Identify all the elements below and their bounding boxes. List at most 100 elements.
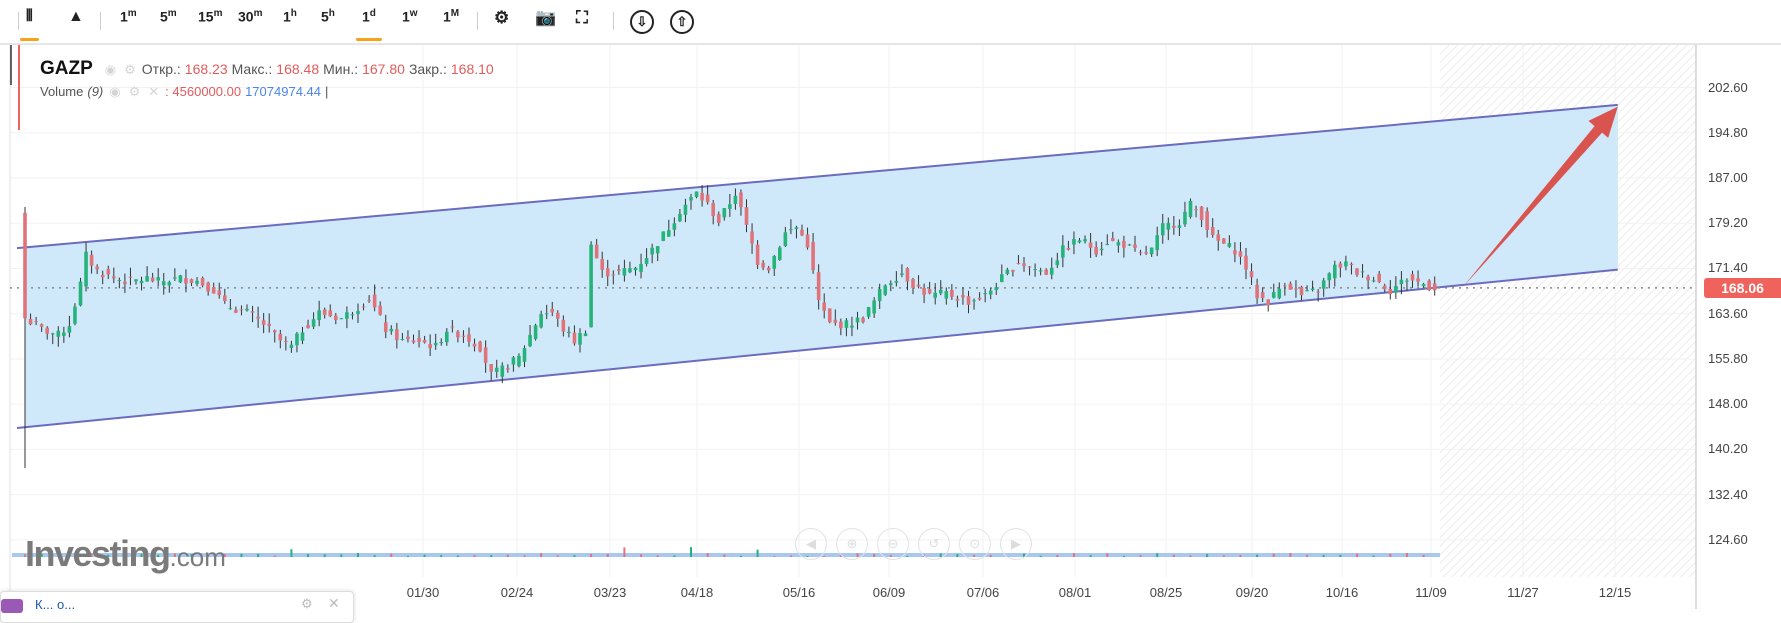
date-axis-label: 11/27: [1507, 585, 1539, 600]
candle-up: [134, 279, 138, 282]
settings-button[interactable]: ⚙: [494, 8, 509, 34]
candle-up: [195, 280, 199, 284]
candle-down: [1249, 271, 1254, 278]
candle-down: [506, 368, 510, 370]
candle-up: [1227, 243, 1232, 247]
candle-up: [1183, 211, 1187, 225]
candle-up: [672, 223, 677, 230]
interval-1h-button[interactable]: 1h: [283, 8, 297, 34]
close-icon[interactable]: ✕: [148, 84, 159, 100]
volume-bar: [490, 555, 493, 557]
candles-chart-button[interactable]: ⫴: [20, 8, 39, 41]
candle-up: [1405, 280, 1409, 282]
gear-icon[interactable]: ⚙: [301, 596, 313, 612]
gear-icon[interactable]: ⚙: [124, 62, 136, 78]
comments-popup[interactable]: К... о... ⚙ ✕: [0, 591, 354, 623]
volume-bar: [456, 555, 459, 557]
candle-down: [1011, 270, 1015, 272]
candle-down: [1144, 252, 1148, 254]
fullscreen-button[interactable]: ⛶: [576, 8, 588, 34]
volume-bar: [1206, 554, 1209, 557]
candle-up: [772, 256, 777, 269]
volume-bar: [623, 547, 626, 557]
price-axis-label: 132.40: [1708, 486, 1748, 502]
date-axis-label: 08/25: [1149, 585, 1183, 600]
interval-value: 1: [362, 8, 370, 25]
candle-down: [600, 258, 604, 270]
zoom-in-button[interactable]: ⊕: [836, 528, 868, 560]
candle-down: [1222, 238, 1226, 244]
eye-icon[interactable]: ◉: [105, 62, 116, 78]
candle-up: [84, 251, 88, 287]
candle-down: [755, 244, 760, 266]
candle-up: [517, 355, 521, 367]
close-icon[interactable]: ✕: [328, 595, 340, 612]
candle-up: [1000, 274, 1004, 282]
candle-up: [667, 230, 671, 237]
interval-1w-button[interactable]: 1w: [402, 8, 418, 34]
candle-down: [1022, 263, 1026, 267]
volume-bar: [1072, 553, 1075, 557]
candle-down: [428, 344, 432, 349]
volume-bar: [906, 555, 909, 557]
interval-1m-button[interactable]: 1m: [120, 8, 137, 34]
zoom-reset-button[interactable]: ↺: [918, 528, 950, 560]
candle-down: [594, 244, 599, 259]
interval-5m-button[interactable]: 5m: [160, 8, 177, 34]
candle-down: [123, 281, 127, 285]
candle-down: [955, 298, 960, 301]
candle-down: [489, 364, 493, 372]
eye-icon[interactable]: ◉: [109, 84, 120, 100]
candle-down: [461, 335, 466, 337]
volume-bar: [1189, 555, 1192, 557]
candle-down: [272, 330, 277, 333]
interval-5h-button[interactable]: 5h: [321, 8, 335, 34]
candle-up: [655, 246, 660, 254]
candle-down: [100, 274, 105, 278]
candle-down: [966, 296, 971, 305]
candle-down: [34, 321, 38, 323]
candle-down: [450, 326, 455, 328]
scroll-right-button[interactable]: ▶: [1000, 528, 1032, 560]
candle-down: [1266, 299, 1270, 306]
candle-up: [622, 268, 627, 276]
interval-1d-button[interactable]: 1d: [356, 8, 382, 41]
download-cloud-icon: ⇩: [636, 14, 648, 29]
candle-up: [894, 280, 899, 283]
candle-up: [511, 357, 516, 365]
screenshot-button[interactable]: 📷: [535, 8, 556, 34]
candle-down: [822, 302, 826, 311]
download-cloud-button[interactable]: ⇩: [630, 10, 654, 34]
candle-down: [334, 315, 338, 321]
volume-bar: [1106, 553, 1109, 557]
volume-bar: [606, 553, 609, 557]
candle-down: [1027, 266, 1032, 268]
candle-down: [395, 329, 399, 341]
zoom-fit-button[interactable]: ⊙: [959, 528, 991, 560]
candle-up: [528, 334, 532, 347]
volume-bar: [739, 555, 742, 557]
candle-down: [1233, 250, 1237, 255]
interval-30m-button[interactable]: 30m: [238, 8, 262, 34]
candle-up: [877, 289, 882, 302]
candle-up: [245, 308, 249, 311]
area-chart-button[interactable]: ▲: [68, 8, 84, 34]
volume-bar: [723, 554, 726, 557]
interval-1M-button[interactable]: 1M: [443, 8, 459, 34]
gear-icon[interactable]: ⚙: [129, 84, 141, 100]
volume-bar: [273, 555, 276, 557]
upload-cloud-button[interactable]: ⇧: [670, 10, 694, 34]
volume-bar: [1156, 553, 1159, 557]
interval-unit: M: [450, 8, 460, 19]
candle-up: [661, 231, 666, 241]
chart-toolbar: ⫴ ▲ 1m 5m 15m 30m 1h 5h 1d 1w 1M ⚙ 📷 ⛶ ⇩ ⇧: [0, 0, 1781, 45]
volume-bar: [556, 555, 559, 557]
candle-up: [445, 331, 449, 343]
open-label: Откр.:: [141, 61, 181, 77]
candle-up: [988, 290, 993, 295]
candle-down: [411, 340, 416, 343]
zoom-out-button[interactable]: ⊖: [877, 528, 909, 560]
candle-down: [184, 277, 188, 284]
scroll-left-button[interactable]: ◀: [795, 528, 827, 560]
interval-15m-button[interactable]: 15m: [198, 8, 222, 34]
